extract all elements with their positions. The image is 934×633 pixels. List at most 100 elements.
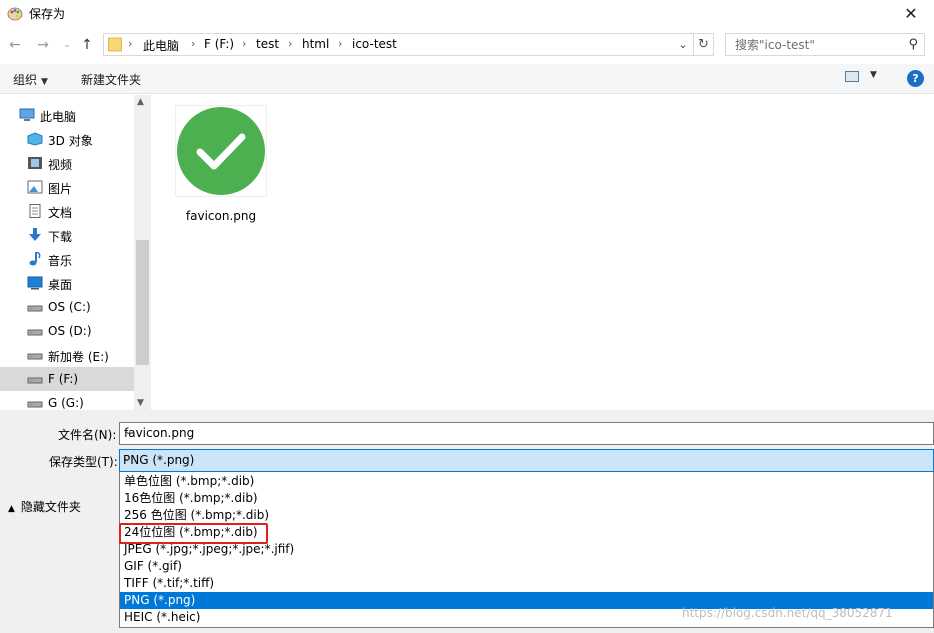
nav-item-drive-e[interactable]: 新加卷 (E:) [0, 343, 134, 367]
filetype-option[interactable]: GIF (*.gif) [120, 558, 933, 575]
computer-icon [19, 108, 35, 121]
help-button[interactable]: ? [907, 70, 924, 87]
drive-icon [27, 401, 43, 408]
nav-label: 新加卷 (E:) [48, 350, 109, 364]
close-button[interactable]: ✕ [888, 0, 934, 26]
up-button[interactable]: ↑ [78, 34, 96, 56]
filetype-option[interactable]: 单色位图 (*.bmp;*.dib) [120, 473, 933, 490]
nav-item-drive-f[interactable]: F (F:) [0, 367, 134, 391]
search-input[interactable] [726, 34, 896, 55]
nav-label: F (F:) [48, 372, 79, 386]
breadcrumb-ico-test[interactable]: ico-test [352, 37, 397, 51]
filename-field[interactable]: favicon.png ⌄ [119, 422, 934, 445]
breadcrumb-separator[interactable]: › [242, 37, 246, 50]
chevron-down-icon[interactable]: ⌄ [123, 453, 930, 464]
scroll-up-icon[interactable]: ▲ [137, 97, 144, 107]
highlight-annotation-box [119, 523, 268, 544]
nav-label: 音乐 [48, 254, 73, 268]
paint-app-icon [7, 7, 23, 21]
breadcrumb-test[interactable]: test [256, 37, 279, 51]
breadcrumb-separator[interactable]: › [288, 37, 292, 50]
file-name: favicon.png [185, 209, 257, 223]
drive-icon [27, 305, 43, 312]
breadcrumb-separator[interactable]: › [191, 37, 195, 50]
breadcrumb-drive-f[interactable]: F (F:) [204, 37, 234, 51]
drive-icon [27, 353, 43, 360]
nav-label: 下载 [48, 230, 73, 244]
nav-item-drive-g[interactable]: G (G:) [0, 391, 134, 410]
nav-label: 此电脑 [40, 110, 77, 124]
back-button[interactable]: ← [6, 34, 24, 56]
nav-item-drive-c[interactable]: OS (C:) [0, 295, 134, 319]
breadcrumb-html[interactable]: html [302, 37, 329, 51]
recent-locations-button[interactable]: ⌄ [58, 34, 76, 56]
hide-folders-button[interactable]: ▲ 隐藏文件夹 [8, 498, 81, 515]
filetype-option[interactable]: 256 色位图 (*.bmp;*.dib) [120, 507, 933, 524]
breadcrumb-separator: › [128, 37, 133, 50]
organize-label: 组织 [13, 73, 38, 87]
nav-item-downloads[interactable]: 下载 [0, 223, 134, 247]
nav-item-music[interactable]: 音乐 [0, 247, 134, 271]
navigation-pane: 此电脑 3D 对象 视频 图片 文档 下载 音乐 桌面 OS (C:) OS (… [0, 95, 151, 410]
music-icon [29, 252, 41, 266]
view-dropdown-icon[interactable]: ▼ [870, 70, 877, 80]
refresh-button[interactable]: ↻ [694, 33, 714, 56]
chevron-up-icon: ▲ [8, 504, 15, 514]
filetype-option[interactable]: TIFF (*.tif;*.tiff) [120, 575, 933, 592]
breadcrumb-this-pc[interactable]: 此电脑 [143, 37, 179, 54]
search-box[interactable]: ⚲ [725, 33, 925, 56]
new-folder-button[interactable]: 新建文件夹 [81, 71, 141, 88]
save-as-dialog: 保存为 ✕ ← → ⌄ ↑ › 此电脑 › F (F:) › test › ht… [0, 0, 934, 633]
scroll-thumb[interactable] [136, 240, 149, 365]
nav-item-desktop[interactable]: 桌面 [0, 271, 134, 295]
address-bar[interactable]: › 此电脑 › F (F:) › test › html › ico-test … [103, 33, 694, 56]
filetype-dropdown-list: 单色位图 (*.bmp;*.dib) 16色位图 (*.bmp;*.dib) 2… [119, 472, 934, 628]
video-icon [28, 157, 42, 169]
chevron-down-icon[interactable]: ⌄ [124, 426, 930, 437]
nav-label: OS (C:) [48, 300, 91, 314]
filetype-select[interactable]: PNG (*.png) ⌄ [119, 449, 934, 472]
view-options-icon[interactable] [845, 71, 859, 82]
folder-icon [108, 37, 122, 52]
nav-label: OS (D:) [48, 324, 92, 338]
navigation-bar: ← → ⌄ ↑ › 此电脑 › F (F:) › test › html › i… [0, 30, 934, 60]
nav-scrollbar[interactable]: ▲ ▼ [134, 95, 151, 410]
search-icon[interactable]: ⚲ [908, 37, 918, 52]
chevron-down-icon: ▼ [41, 77, 48, 87]
drive-icon [27, 377, 43, 384]
nav-item-this-pc[interactable]: 此电脑 [0, 103, 134, 127]
documents-icon [29, 204, 41, 218]
hide-folders-label: 隐藏文件夹 [20, 500, 81, 514]
drive-icon [27, 329, 43, 336]
organize-button[interactable]: 组织 ▼ [13, 71, 48, 88]
desktop-icon [27, 276, 43, 290]
nav-label: G (G:) [48, 396, 84, 410]
nav-label: 视频 [48, 158, 73, 172]
window-title: 保存为 [29, 7, 66, 21]
nav-label: 文档 [48, 206, 73, 220]
nav-item-3d-objects[interactable]: 3D 对象 [0, 127, 134, 151]
nav-label: 桌面 [48, 278, 73, 292]
nav-item-documents[interactable]: 文档 [0, 199, 134, 223]
pictures-icon [27, 180, 43, 194]
nav-item-pictures[interactable]: 图片 [0, 175, 134, 199]
scroll-down-icon[interactable]: ▼ [137, 398, 144, 408]
nav-label: 图片 [48, 182, 73, 196]
nav-item-drive-d[interactable]: OS (D:) [0, 319, 134, 343]
filetype-option[interactable]: 16色位图 (*.bmp;*.dib) [120, 490, 933, 507]
file-item[interactable]: favicon.png [173, 103, 269, 223]
title-bar: 保存为 ✕ [0, 0, 934, 26]
nav-item-videos[interactable]: 视频 [0, 151, 134, 175]
file-list: favicon.png [151, 95, 934, 410]
filetype-label: 保存类型(T): [49, 455, 118, 469]
forward-button[interactable]: → [34, 34, 52, 56]
command-bar: 组织 ▼ 新建文件夹 ▼ ? [0, 64, 934, 94]
watermark-text: https://blog.csdn.net/qq_38052871 [682, 606, 893, 620]
green-check-icon [177, 107, 265, 195]
address-dropdown-icon[interactable]: ⌄ [673, 34, 693, 55]
3d-objects-icon [27, 132, 43, 146]
filename-label: 文件名(N): [58, 428, 117, 442]
breadcrumb-separator[interactable]: › [338, 37, 342, 50]
file-thumbnail [175, 105, 267, 197]
download-icon [29, 228, 41, 241]
